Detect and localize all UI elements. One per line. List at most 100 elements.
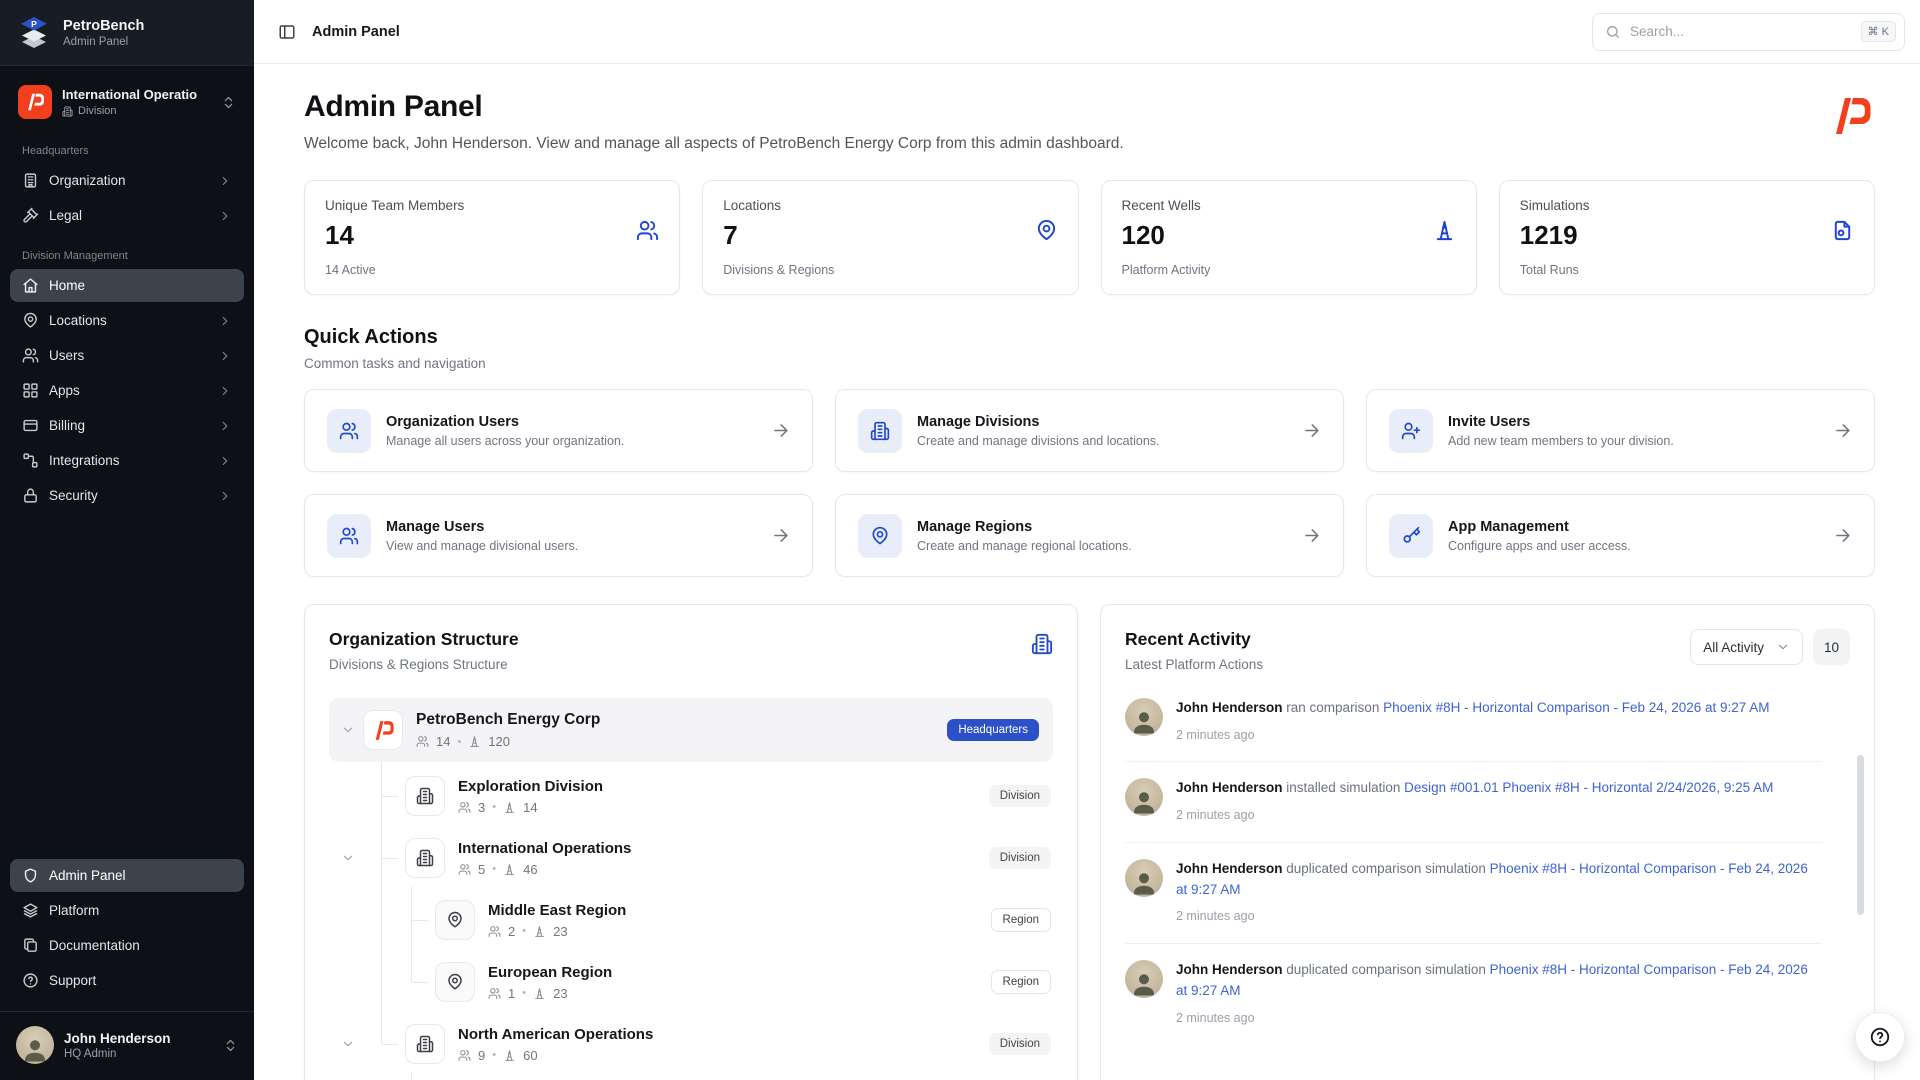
chevrons-up-down-icon [221,95,236,110]
division-switcher[interactable]: International Operatio Division [10,79,244,125]
search-input[interactable] [1630,24,1852,39]
action-card-manage-divisions[interactable]: Manage DivisionsCreate and manage divisi… [835,389,1344,472]
sidebar-item-apps[interactable]: Apps [10,374,244,407]
users-icon [488,987,501,1000]
activity-user: John Henderson [1176,780,1283,795]
sidebar-item-support[interactable]: Support [10,964,244,997]
stat-card-locations: Locations7Divisions & Regions [702,180,1078,295]
building2-icon [416,849,434,867]
sidebar-toggle-icon[interactable] [278,23,296,41]
division-name: International Operatio [62,87,211,102]
tree-node-wells: 46 [523,862,537,877]
recent-activity-title: Recent Activity [1125,629,1263,650]
tree-node-users: 5 [478,862,485,877]
sidebar-item-users[interactable]: Users [10,339,244,372]
tree-node-meta: 2•23 [488,924,626,939]
derrick-icon [533,925,546,938]
sidebar-item-label: Organization [49,173,126,188]
action-title: App Management [1448,519,1631,535]
chevron-right-icon [218,454,232,468]
chevron-right-icon [218,174,232,188]
stat-value: 7 [723,220,1057,251]
activity-scrollbar[interactable] [1857,755,1864,915]
tree-node-international-operations[interactable]: International Operations5•46Division [329,830,1053,886]
tree-node-meta: 14•120 [416,734,600,749]
tree-node-middle-east-region[interactable]: Middle East Region2•23Region [329,892,1053,948]
org-structure-panel: Organization Structure Divisions & Regio… [304,604,1078,1080]
sidebar-item-integrations[interactable]: Integrations [10,444,244,477]
sidebar-item-locations[interactable]: Locations [10,304,244,337]
chevrons-up-down-icon [223,1038,238,1053]
sidebar-item-label: Billing [49,418,85,433]
activity-link[interactable]: Design #001.01 Phoenix #8H - Horizontal … [1404,780,1773,795]
activity-item: John Henderson duplicated comparison sim… [1125,944,1822,1044]
arrow-right-icon [1302,421,1321,440]
action-description: Configure apps and user access. [1448,539,1631,553]
tree-node-users: 9 [478,1048,485,1063]
activity-filter-value: All Activity [1703,640,1764,655]
lock-icon [22,487,39,504]
action-description: Create and manage divisions and location… [917,434,1160,448]
chevron-down-icon [1776,640,1790,654]
sidebar-item-organization[interactable]: Organization [10,164,244,197]
org-tree: PetroBench Energy Corp14•120Headquarters… [329,698,1053,1080]
tree-node-badge: Division [989,1033,1051,1055]
sidebar-item-billing[interactable]: Billing [10,409,244,442]
file-icon [1831,219,1854,242]
user-menu[interactable]: John Henderson HQ Admin [0,1011,254,1080]
tree-node-petrobench-energy-corp[interactable]: PetroBench Energy Corp14•120Headquarters [329,698,1053,762]
users-icon [416,735,429,748]
chevron-down-icon[interactable] [341,723,355,737]
action-description: Create and manage regional locations. [917,539,1132,553]
activity-time: 2 minutes ago [1176,907,1822,926]
gavel-icon [22,207,39,224]
chevron-down-icon[interactable] [341,851,355,865]
sidebar-item-legal[interactable]: Legal [10,199,244,232]
stat-label: Unique Team Members [325,198,659,213]
sidebar-item-documentation[interactable]: Documentation [10,929,244,962]
page-subtitle: Welcome back, John Henderson. View and m… [304,135,1124,153]
activity-link[interactable]: Phoenix #8H - Horizontal Comparison - Fe… [1383,700,1769,715]
chevron-down-icon[interactable] [341,1037,355,1051]
activity-filter-select[interactable]: All Activity [1690,629,1803,665]
tree-node-name: Middle East Region [488,902,626,919]
sidebar-item-label: Legal [49,208,82,223]
meta-separator: • [522,987,526,999]
search-icon [1605,24,1621,40]
tree-node-meta: 5 • 46 [458,862,631,877]
action-icon-tile [327,514,371,558]
sidebar-item-security[interactable]: Security [10,479,244,512]
sidebar-item-platform[interactable]: Platform [10,894,244,927]
action-card-manage-regions[interactable]: Manage RegionsCreate and manage regional… [835,494,1344,577]
sidebar-section-label: Headquarters [0,145,254,157]
stat-label: Locations [723,198,1057,213]
chevron-right-icon [218,314,232,328]
user-name: John Henderson [64,1031,171,1046]
org-structure-title: Organization Structure [329,629,519,650]
tree-node-european-region[interactable]: European Region1•23Region [329,954,1053,1010]
stat-label: Recent Wells [1122,198,1456,213]
action-card-organization-users[interactable]: Organization UsersManage all users acros… [304,389,813,472]
action-card-app-management[interactable]: App Management Configure apps and user ac… [1366,494,1875,577]
action-card-manage-users[interactable]: Manage UsersView and manage divisional u… [304,494,813,577]
sidebar-item-admin-panel[interactable]: Admin Panel [10,859,244,892]
search-shortcut: ⌘ K [1861,21,1896,42]
meta-separator: • [492,863,496,875]
tree-node-exploration-division[interactable]: Exploration Division3•14Division [329,768,1053,824]
main-content: Admin Panel Welcome back, John Henderson… [254,64,1920,1080]
tree-node-north-american-operations[interactable]: North American Operations9•60Division [329,1016,1053,1072]
tree-node-wells: 120 [488,734,510,749]
action-card-invite-users[interactable]: Invite UsersAdd new team members to your… [1366,389,1875,472]
search-box[interactable]: ⌘ K [1592,13,1905,51]
users-icon [458,1049,471,1062]
help-button[interactable] [1855,1012,1905,1062]
quick-actions-grid: Organization UsersManage all users acros… [304,389,1875,577]
company-logo-icon [1827,92,1875,140]
sidebar-item-home[interactable]: Home [10,269,244,302]
topbar-title: Admin Panel [312,24,400,40]
activity-item: John Henderson duplicated comparison sim… [1125,843,1822,944]
users-icon [458,863,471,876]
activity-item: John Henderson installed simulation Desi… [1125,762,1822,842]
derrick-icon [503,801,516,814]
building-icon [1031,633,1053,655]
